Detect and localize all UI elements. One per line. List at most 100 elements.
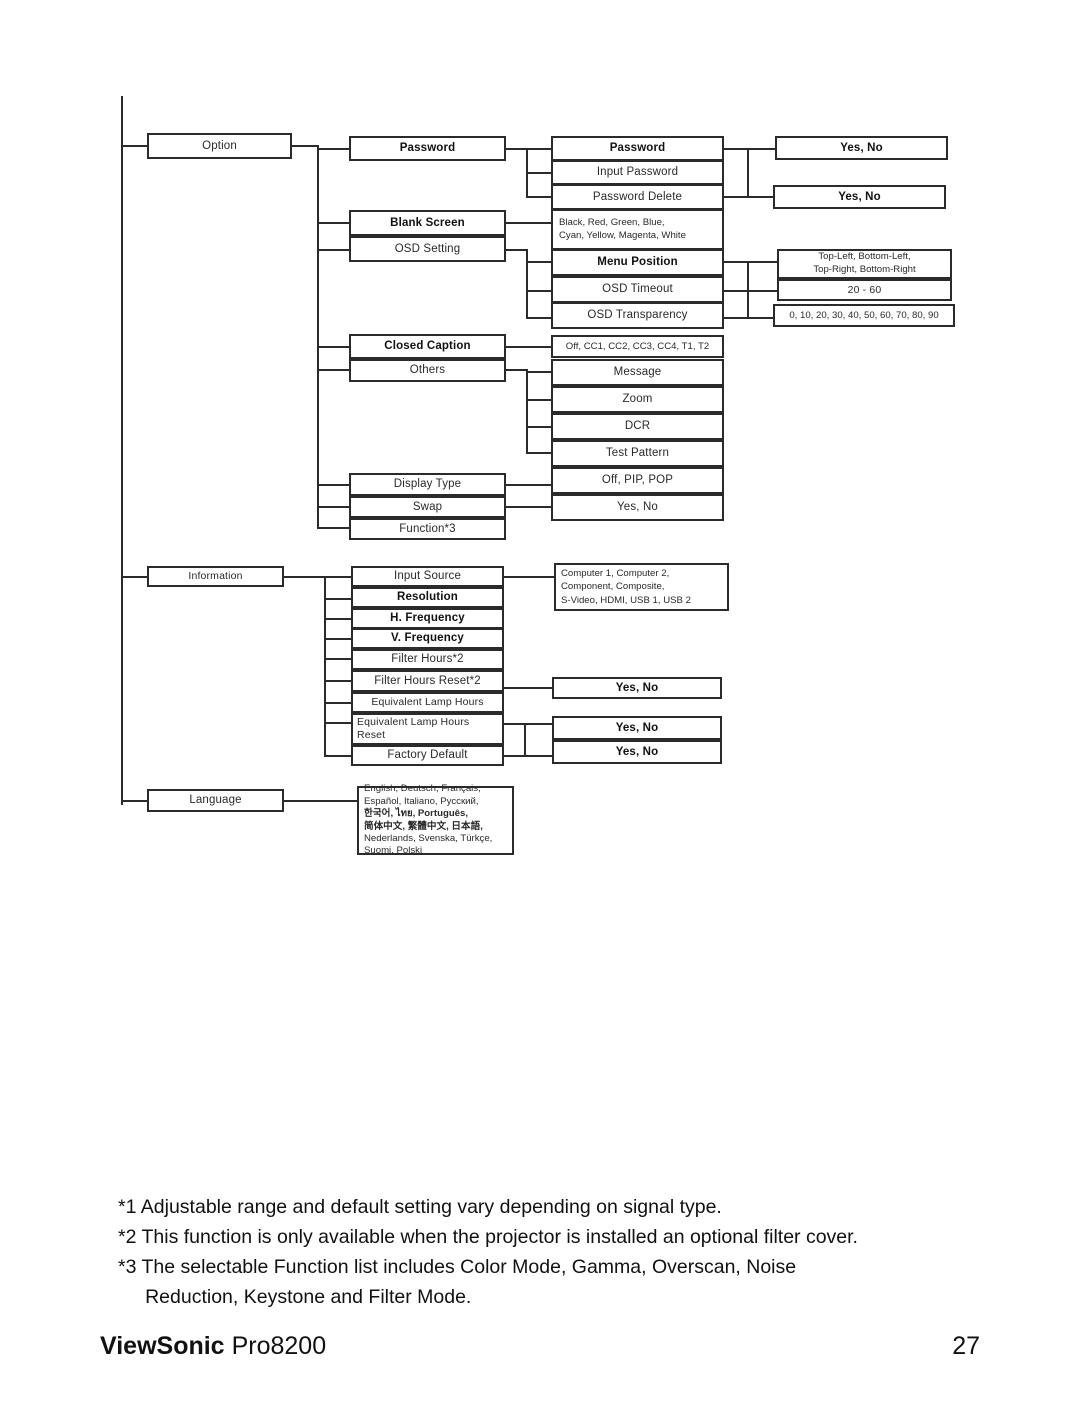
menu-box-osd-timeout-label: OSD Timeout [602, 283, 673, 296]
connector-information-out [284, 576, 326, 578]
connector-password [317, 148, 349, 150]
connector-h-frequency [324, 618, 351, 620]
menu-box-filter-hours-reset-label: Filter Hours Reset*2 [374, 674, 481, 687]
menu-box-zoom-label: Zoom [622, 393, 653, 406]
information-branch-spine [324, 576, 326, 757]
connector-others-out [506, 369, 528, 371]
menu-box-menu-position-label: Menu Position [597, 256, 678, 269]
menu-box-menu-position[interactable]: Menu Position [551, 249, 724, 276]
menu-box-display-type[interactable]: Display Type [349, 473, 506, 496]
value-box-osd-transparency-text: 0, 10, 20, 30, 40, 50, 60, 70, 80, 90 [789, 309, 939, 321]
menu-box-password-sub-label: Password [609, 142, 666, 155]
root-spine [121, 96, 123, 805]
menu-box-equivalent-lamp-hours[interactable]: Equivalent Lamp Hours [351, 692, 504, 713]
connector-password-sub [526, 148, 551, 150]
connector-swap [317, 506, 349, 508]
menu-box-resolution[interactable]: Resolution [351, 587, 504, 608]
footnote-2: *2 This function is only available when … [118, 1226, 858, 1248]
menu-box-password-label: Password [399, 142, 456, 155]
menu-box-option[interactable]: Option [147, 133, 292, 159]
menu-box-osd-setting[interactable]: OSD Setting [349, 236, 506, 262]
menu-box-osd-timeout[interactable]: OSD Timeout [551, 276, 724, 303]
connector-blank-screen-out [506, 222, 551, 224]
value-box-menu-position: Top-Left, Bottom-Left, Top-Right, Bottom… [777, 249, 952, 279]
menu-box-message-label: Message [613, 366, 662, 379]
connector-password-delete-yes-no [747, 196, 773, 198]
option-branch-spine [317, 145, 319, 528]
menu-box-function3[interactable]: Function*3 [349, 518, 506, 540]
connector-resolution [324, 598, 351, 600]
connector-others [317, 369, 349, 371]
menu-box-closed-caption[interactable]: Closed Caption [349, 334, 506, 359]
connector-password-yes-no [747, 148, 775, 150]
menu-box-input-source[interactable]: Input Source [351, 566, 504, 587]
menu-box-zoom[interactable]: Zoom [551, 386, 724, 413]
connector-filter-hours-reset-out [504, 687, 554, 689]
col3-out-spine-upper [747, 148, 749, 198]
manual-page: Option Information Language Password Bla… [0, 0, 1080, 1404]
menu-box-test-pattern[interactable]: Test Pattern [551, 440, 724, 467]
value-box-filter-hours-reset-yes-no-text: Yes, No [615, 681, 659, 694]
menu-box-factory-default[interactable]: Factory Default [351, 745, 504, 766]
menu-box-password-sub[interactable]: Password [551, 136, 724, 161]
value-box-closed-caption-text: Off, CC1, CC2, CC3, CC4, T1, T2 [565, 340, 710, 352]
connector-information [121, 576, 149, 578]
value-box-display-type: Off, PIP, POP [551, 467, 724, 494]
osd-group-spine [526, 249, 528, 318]
connector-password-delete-out [724, 196, 749, 198]
footnote-3: *3 The selectable Function list includes… [118, 1256, 797, 1278]
footnote-3-cont: Reduction, Keystone and Filter Mode. [118, 1286, 472, 1308]
connector-filter-hours [324, 658, 351, 660]
language-line-2: Español, Italiano, Русский, [364, 795, 479, 807]
menu-box-h-frequency[interactable]: H. Frequency [351, 608, 504, 629]
menu-box-message[interactable]: Message [551, 359, 724, 386]
connector-menu-position-values [747, 261, 777, 263]
connector-equivalent-lamp-hours-reset [324, 722, 351, 724]
menu-box-filter-hours[interactable]: Filter Hours*2 [351, 649, 504, 670]
value-box-blank-screen: Black, Red, Green, Blue, Cyan, Yellow, M… [551, 209, 724, 250]
menu-box-filter-hours-label: Filter Hours*2 [391, 653, 464, 666]
value-box-input-source: Computer 1, Computer 2, Component, Compo… [554, 563, 729, 611]
menu-box-password[interactable]: Password [349, 136, 506, 161]
menu-box-language[interactable]: Language [147, 789, 284, 812]
language-line-3: 한국어, ไทย, Português, [364, 808, 469, 820]
connector-input-source-out [504, 576, 554, 578]
connector-input-source [324, 576, 351, 578]
connector-language [121, 800, 149, 802]
menu-box-input-source-label: Input Source [393, 570, 461, 583]
footnotes: *1 Adjustable range and default setting … [118, 1192, 998, 1312]
value-box-osd-timeout-text: 20 - 60 [847, 283, 882, 296]
connector-test-pattern [526, 452, 551, 454]
menu-box-others[interactable]: Others [349, 359, 506, 382]
menu-box-equivalent-lamp-hours-reset-label: Equivalent Lamp Hours Reset [357, 715, 470, 741]
page-number: 27 [952, 1332, 980, 1360]
menu-box-equivalent-lamp-hours-reset[interactable]: Equivalent Lamp Hours Reset [351, 713, 504, 745]
menu-box-dcr[interactable]: DCR [551, 413, 724, 440]
value-box-closed-caption: Off, CC1, CC2, CC3, CC4, T1, T2 [551, 335, 724, 358]
menu-box-blank-screen[interactable]: Blank Screen [349, 210, 506, 236]
language-line-4: 简体中文, 繁體中文, 日本語, [364, 820, 483, 832]
footnote-1: *1 Adjustable range and default setting … [118, 1196, 722, 1218]
connector-osd-transparency-out [724, 317, 749, 319]
menu-box-filter-hours-reset[interactable]: Filter Hours Reset*2 [351, 670, 504, 692]
menu-box-option-label: Option [202, 139, 237, 152]
menu-box-test-pattern-label: Test Pattern [605, 447, 670, 460]
menu-box-input-password[interactable]: Input Password [551, 160, 724, 185]
connector-osd-timeout [526, 290, 551, 292]
menu-box-information[interactable]: Information [147, 566, 284, 587]
information-lower-spine [524, 723, 526, 757]
connector-input-password [526, 172, 551, 174]
connector-zoom [526, 399, 551, 401]
menu-box-v-frequency[interactable]: V. Frequency [351, 628, 504, 649]
menu-box-swap[interactable]: Swap [349, 496, 506, 518]
connector-blank-screen [317, 222, 349, 224]
menu-box-password-delete[interactable]: Password Delete [551, 184, 724, 210]
value-box-filter-hours-reset-yes-no: Yes, No [552, 677, 722, 699]
connector-dcr [526, 426, 551, 428]
menu-box-information-label: Information [188, 570, 243, 583]
value-box-input-source-text: Computer 1, Computer 2, Component, Compo… [561, 567, 691, 606]
menu-box-osd-transparency[interactable]: OSD Transparency [551, 302, 724, 329]
connector-option [121, 145, 149, 147]
connector-menu-position-out [724, 261, 749, 263]
value-box-password-yes-no: Yes, No [775, 136, 948, 160]
